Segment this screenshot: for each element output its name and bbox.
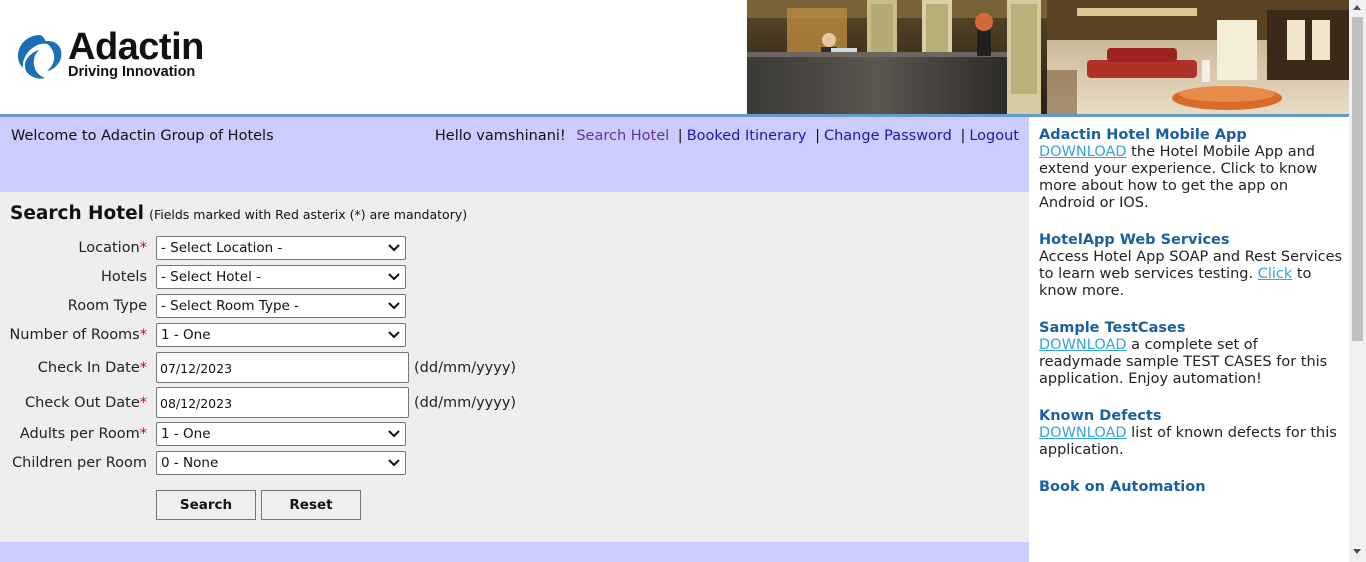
mobile-app-download-link[interactable]: DOWNLOAD: [1039, 144, 1127, 160]
required-marker: *: [139, 327, 147, 343]
known-defects-text: DOWNLOAD list of known defects for this …: [1039, 425, 1337, 458]
hotels-row: Hotels - Select Hotel -: [0, 265, 560, 291]
hotel-lobby-image: [747, 0, 1349, 114]
web-services-title: HotelApp Web Services: [1039, 232, 1230, 248]
search-hotel-link[interactable]: Search Hotel: [576, 128, 669, 144]
search-hotel-form: Search Hotel (Fields marked with Red ast…: [0, 192, 1029, 542]
checkin-label: Check In Date*: [37, 360, 147, 376]
sidebar: Adactin Hotel Mobile App DOWNLOAD the Ho…: [1029, 117, 1349, 562]
nav-bar: Welcome to Adactin Group of Hotels Hello…: [0, 117, 1029, 192]
children-per-room-select[interactable]: 0 - None: [156, 451, 406, 475]
chevron-down-icon: [388, 459, 400, 467]
number-of-rooms-select[interactable]: 1 - One: [156, 323, 406, 347]
reset-button[interactable]: Reset: [261, 490, 361, 520]
book-automation-block: Book on Automation: [1039, 479, 1343, 496]
welcome-text: Welcome to Adactin Group of Hotels: [11, 128, 274, 144]
nav-separator: |: [960, 128, 966, 144]
test-cases-title: Sample TestCases: [1039, 320, 1186, 336]
nav-separator: |: [677, 128, 683, 144]
required-marker: *: [139, 395, 147, 411]
header: Adactin Driving Innovation: [0, 0, 1349, 114]
scroll-up-arrow-icon[interactable]: [1353, 5, 1361, 10]
required-marker: *: [139, 240, 147, 256]
known-defects-title: Known Defects: [1039, 408, 1162, 424]
chevron-down-icon: [388, 302, 400, 310]
location-row: Location* - Select Location -: [0, 236, 560, 262]
checkin-date-field[interactable]: 07/12/2023: [156, 352, 409, 383]
hotels-label: Hotels: [101, 269, 147, 285]
checkin-format-hint: (dd/mm/yyyy): [414, 360, 517, 376]
test-cases-text: DOWNLOAD a complete set of readymade sam…: [1039, 337, 1328, 387]
chevron-down-icon: [388, 430, 400, 438]
mobile-app-text: DOWNLOAD the Hotel Mobile App and extend…: [1039, 144, 1318, 211]
search-button[interactable]: Search: [156, 490, 256, 520]
footer-bar: [0, 542, 1029, 562]
page: Adactin Driving Innovation Welcome to Ad…: [0, 0, 1349, 562]
logo-tagline: Driving Innovation: [68, 64, 196, 80]
test-cases-download-link[interactable]: DOWNLOAD: [1039, 337, 1127, 353]
change-password-link[interactable]: Change Password: [824, 128, 952, 144]
mobile-app-title: Adactin Hotel Mobile App: [1039, 127, 1247, 143]
hotels-select[interactable]: - Select Hotel -: [156, 265, 406, 289]
scroll-down-arrow-icon[interactable]: [1353, 549, 1361, 554]
adactin-logo[interactable]: Adactin Driving Innovation: [14, 26, 254, 88]
checkout-date-field[interactable]: 08/12/2023: [156, 387, 409, 418]
known-defects-block: Known Defects DOWNLOAD list of known def…: [1039, 408, 1343, 459]
form-title: Search Hotel: [10, 203, 144, 224]
book-on-automation-link[interactable]: Book on Automation: [1039, 479, 1343, 496]
user-nav: Hello vamshinani! Search Hotel | Booked I…: [435, 128, 1019, 144]
checkout-row: Check Out Date* 08/12/2023 (dd/mm/yyyy): [0, 387, 560, 419]
scrollbar-thumb[interactable]: [1352, 17, 1363, 341]
nav-separator: |: [815, 128, 820, 144]
room-type-row: Room Type - Select Room Type -: [0, 294, 560, 320]
checkout-format-hint: (dd/mm/yyyy): [414, 395, 517, 411]
location-select[interactable]: - Select Location -: [156, 236, 406, 260]
required-marker: *: [139, 426, 147, 442]
booked-itinerary-link[interactable]: Booked Itinerary: [687, 128, 807, 144]
hotel-lobby-banner: [747, 0, 1349, 114]
adults-per-room-select[interactable]: 1 - One: [156, 422, 406, 446]
logout-link[interactable]: Logout: [969, 128, 1019, 144]
test-cases-block: Sample TestCases DOWNLOAD a complete set…: [1039, 320, 1343, 388]
web-services-block: HotelApp Web Services Access Hotel App S…: [1039, 232, 1343, 300]
chevron-down-icon: [388, 273, 400, 281]
adults-label: Adults per Room*: [19, 426, 147, 442]
known-defects-download-link[interactable]: DOWNLOAD: [1039, 425, 1127, 441]
rooms-row: Number of Rooms* 1 - One: [0, 323, 560, 349]
checkout-label: Check Out Date*: [24, 395, 147, 411]
required-marker: *: [139, 360, 147, 376]
room-type-label: Room Type: [67, 298, 147, 314]
mobile-app-block: Adactin Hotel Mobile App DOWNLOAD the Ho…: [1039, 127, 1343, 212]
form-heading: Search Hotel (Fields marked with Red ast…: [10, 203, 467, 224]
adactin-swirl-icon: [18, 35, 62, 79]
children-row: Children per Room 0 - None: [0, 451, 560, 477]
mandatory-note: (Fields marked with Red asterix (*) are …: [149, 207, 468, 222]
location-label: Location*: [78, 240, 147, 256]
chevron-down-icon: [388, 331, 400, 339]
vertical-scrollbar[interactable]: [1349, 0, 1366, 562]
adults-row: Adults per Room* 1 - One: [0, 422, 560, 448]
web-services-text: Access Hotel App SOAP and Rest Services …: [1039, 249, 1343, 299]
logo-wordmark: Adactin: [68, 26, 204, 68]
chevron-down-icon: [388, 244, 400, 252]
children-label: Children per Room: [12, 455, 147, 471]
rooms-label: Number of Rooms*: [9, 327, 147, 343]
user-greeting: Hello vamshinani!: [434, 128, 566, 144]
room-type-select[interactable]: - Select Room Type -: [156, 294, 406, 318]
checkin-row: Check In Date* 07/12/2023 (dd/mm/yyyy): [0, 352, 560, 384]
web-services-click-link[interactable]: Click: [1258, 266, 1293, 282]
